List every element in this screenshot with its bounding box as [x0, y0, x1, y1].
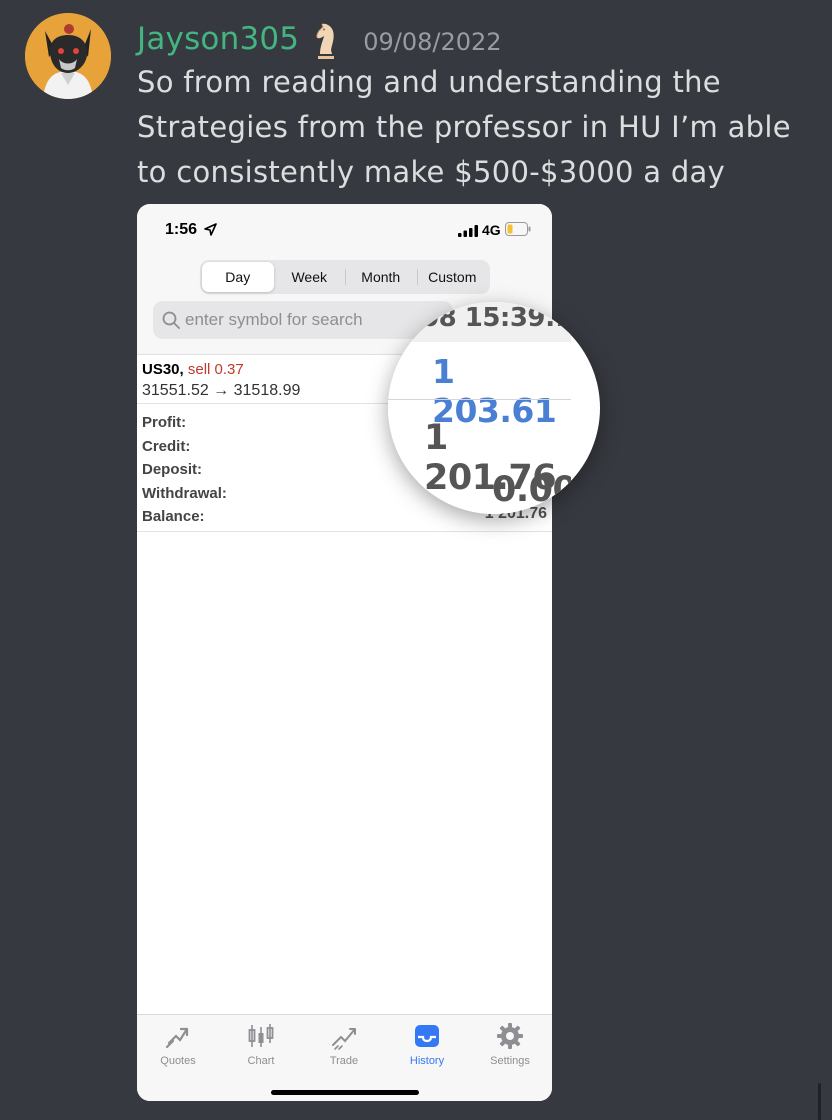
scrollbar-thumb[interactable] [818, 1083, 821, 1120]
message-timestamp: 09/08/2022 [363, 28, 502, 56]
trade-side: sell 0.37 [187, 361, 244, 378]
tab-custom[interactable]: Custom [416, 262, 489, 292]
bottom-tab-bar: Quotes Chart Trade History Settings [137, 1014, 552, 1101]
credit-label: Credit: [142, 437, 191, 455]
message-header: Jayson305 09/08/2022 [137, 16, 502, 62]
profit-label: Profit: [142, 414, 187, 431]
location-arrow-icon [204, 223, 217, 236]
avatar[interactable] [25, 13, 111, 99]
magnified-deposit-value: 0.00 [492, 470, 571, 510]
tabbar-history[interactable]: History [392, 1021, 462, 1067]
tab-day[interactable]: Day [202, 262, 274, 292]
username[interactable]: Jayson305 [137, 21, 299, 57]
withdrawal-label: Withdrawal: [142, 484, 227, 502]
tabbar-history-label: History [409, 1055, 445, 1067]
tabbar-chart[interactable]: Chart [226, 1021, 296, 1067]
tabbar-settings-label: Settings [490, 1055, 530, 1067]
gear-icon [497, 1023, 523, 1049]
tabbar-trade[interactable]: Trade [309, 1021, 379, 1067]
magnified-datetime: 08 15:39:15 [421, 303, 571, 333]
tabbar-settings[interactable]: Settings [475, 1021, 545, 1067]
tabbar-quotes-label: Quotes [160, 1055, 196, 1067]
quotes-icon [165, 1027, 189, 1049]
tab-week[interactable]: Week [274, 262, 346, 292]
period-segmented-control: Day Week Month Custom [200, 260, 490, 294]
history-inbox-icon [415, 1025, 439, 1047]
balance-label: Balance: [142, 508, 205, 525]
message-text: So from reading and understanding the St… [137, 65, 791, 189]
status-bar: 1:56 4G [137, 204, 552, 254]
tabbar-trade-label: Trade [329, 1055, 359, 1067]
status-time: 1:56 [165, 221, 198, 238]
tabbar-chart-label: Chart [247, 1055, 275, 1067]
tab-month[interactable]: Month [345, 262, 417, 292]
signal-strength-icon [458, 225, 478, 237]
trade-symbol: US30, [142, 361, 184, 378]
magnifier-overlay: 08 15:39:15 1 203.61 1 201.76 0.00 [388, 302, 600, 514]
candlestick-chart-icon [248, 1024, 274, 1047]
period-selector-area: Day Week Month Custom [137, 254, 552, 304]
search-icon [162, 311, 180, 329]
network-type: 4G [482, 222, 501, 238]
tabbar-quotes[interactable]: Quotes [143, 1021, 213, 1067]
chess-knight-icon [316, 23, 335, 59]
trade-symbol-line: US30, sell 0.37 [142, 361, 244, 378]
trade-icon [332, 1028, 356, 1050]
deposit-label: Deposit: [142, 461, 202, 478]
home-indicator [271, 1090, 419, 1095]
trade-prices: 31551.52 → 31518.99 [142, 382, 301, 399]
battery-icon [505, 222, 531, 236]
